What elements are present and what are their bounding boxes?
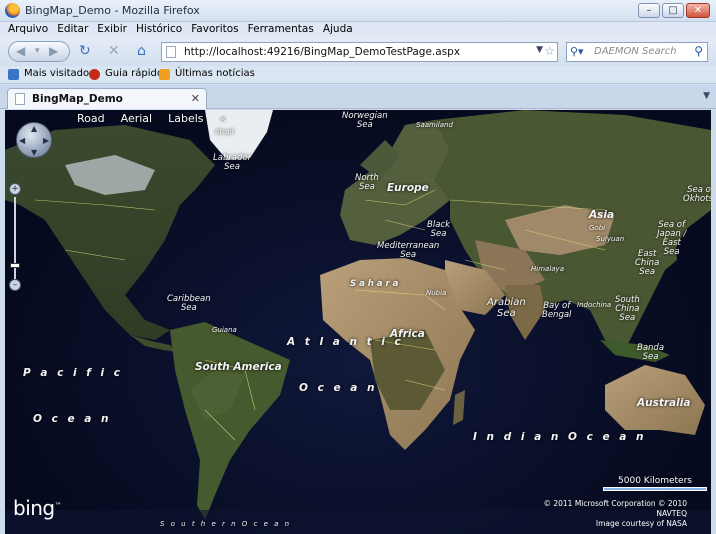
map-mode-bar: Road Aerial Labels « <box>77 112 226 125</box>
map-label: Himalaya <box>531 265 564 273</box>
close-button[interactable]: ✕ <box>686 3 710 18</box>
map-label: Indochina <box>577 301 612 309</box>
reload-icon[interactable]: ↻ <box>79 43 91 59</box>
scale-bar: 5000 Kilometers <box>603 476 707 491</box>
page-icon <box>166 46 176 58</box>
map-label: Nubia <box>426 289 447 297</box>
search-placeholder: DAEMON Search <box>594 46 677 57</box>
most-visited-icon <box>8 69 19 80</box>
bookmarks-toolbar: Mais visitados Guia rápido Últimas notíc… <box>0 66 716 84</box>
bookmark-latest-news[interactable]: Últimas notícias <box>175 68 255 79</box>
quick-guide-icon <box>89 69 100 80</box>
map-label: Guiana <box>212 326 237 334</box>
bookmark-most-visited[interactable]: Mais visitados <box>24 68 94 79</box>
scale-label: 5000 Kilometers <box>618 476 692 486</box>
url-dropdown-icon[interactable]: ▼ <box>536 45 543 55</box>
map-label: I n d i a n O c e a n <box>473 431 647 443</box>
menu-editar[interactable]: Editar <box>57 22 88 37</box>
forward-icon[interactable]: ▶ <box>49 44 58 58</box>
map-label: P a c i f i c <box>23 367 123 379</box>
scale-bar-graphic <box>603 487 707 491</box>
map-label: Caribbean Sea <box>167 294 211 313</box>
map-label: Gobi <box>589 224 606 232</box>
map-label: Sea of Japan / East Sea <box>657 220 687 257</box>
minimize-button[interactable]: – <box>638 3 660 18</box>
home-icon[interactable]: ⌂ <box>137 43 146 59</box>
menu-historico[interactable]: Histórico <box>136 22 182 37</box>
map-label: Banda Sea <box>637 343 665 362</box>
tab-bingmap-demo[interactable]: BingMap_Demo ✕ <box>7 88 207 109</box>
window-controls: – □ ✕ <box>638 3 710 18</box>
map-label: Mediterranean Sea <box>377 241 440 260</box>
map-label: Sea ofOkhotsk <box>683 185 711 204</box>
pan-right-icon[interactable]: ▶ <box>43 136 49 145</box>
url-text[interactable]: http://localhost:49216/BingMap_DemoTestP… <box>184 46 460 58</box>
map-label: S o u t h e r n O c e a n <box>160 520 292 528</box>
tab-close-icon[interactable]: ✕ <box>191 92 200 105</box>
menu-bar: Arquivo Editar Exibir Histórico Favorito… <box>0 22 716 37</box>
search-engine-icon[interactable]: ⚲▾ <box>570 45 584 58</box>
map-label: South America <box>195 361 282 373</box>
window-title: BingMap_Demo - Mozilla Firefox <box>25 4 200 17</box>
road-mode-button[interactable]: Road <box>77 112 105 125</box>
map-label: Sulyuan <box>596 235 625 243</box>
map-label: Black Sea <box>427 220 450 239</box>
menu-arquivo[interactable]: Arquivo <box>8 22 48 37</box>
map-label: A t l a n t i c <box>287 336 404 348</box>
map-label: Labrador Sea <box>213 153 252 172</box>
tab-list-icon[interactable]: ▼ <box>703 91 710 101</box>
map-label: O c e a n <box>299 382 378 394</box>
maximize-button[interactable]: □ <box>662 3 684 18</box>
history-dropdown-icon[interactable]: ▾ <box>35 46 40 56</box>
address-bar[interactable]: http://localhost:49216/BingMap_DemoTestP… <box>161 42 558 62</box>
zoom-thumb[interactable] <box>10 263 20 268</box>
aerial-mode-button[interactable]: Aerial <box>121 112 152 125</box>
map-label: Arabian Sea <box>487 297 526 319</box>
menu-ferramentas[interactable]: Ferramentas <box>248 22 314 37</box>
map-label: East China Sea <box>635 249 660 277</box>
stop-icon[interactable]: ✕ <box>108 43 120 59</box>
tab-strip: BingMap_Demo ✕ ▼ <box>0 85 716 109</box>
search-go-icon[interactable]: ⚲ <box>694 44 703 58</box>
zoom-out-icon[interactable]: – <box>9 279 21 291</box>
map-label: Asia <box>589 209 615 221</box>
menu-ajuda[interactable]: Ajuda <box>323 22 353 37</box>
navigation-toolbar: ◀ ▾ ▶ ↻ ✕ ⌂ http://localhost:49216/BingM… <box>0 37 716 66</box>
tab-label: BingMap_Demo <box>32 93 123 105</box>
menu-favoritos[interactable]: Favoritos <box>191 22 238 37</box>
map-label: South China Sea <box>615 295 640 323</box>
page-icon <box>15 93 25 105</box>
pan-up-icon[interactable]: ▲ <box>31 124 37 133</box>
collapse-nav-button[interactable]: « <box>220 112 227 125</box>
map-label: Bay of Bengal <box>542 301 572 320</box>
firefox-icon <box>5 3 20 18</box>
map-label: North Sea <box>355 173 379 192</box>
pan-down-icon[interactable]: ▼ <box>31 148 37 157</box>
pan-compass[interactable]: ▲ ▼ ◀ ▶ <box>16 122 52 158</box>
zoom-in-icon[interactable]: + <box>9 183 21 195</box>
bookmark-star-icon[interactable]: ☆ <box>544 44 555 58</box>
search-box[interactable]: ⚲▾ DAEMON Search ⚲ <box>566 42 708 62</box>
title-bar: BingMap_Demo - Mozilla Firefox – □ ✕ <box>0 0 716 22</box>
map-label: Saamiland <box>416 121 453 129</box>
map-label: Norwegian Sea <box>342 111 388 130</box>
rss-icon <box>159 69 170 80</box>
map-label: Australia <box>637 397 691 409</box>
map-label: O c e a n <box>33 413 112 425</box>
labels-toggle-button[interactable]: Labels <box>168 112 203 125</box>
copyright-notice: © 2011 Microsoft Corporation © 2010 NAVT… <box>543 499 687 528</box>
zoom-slider[interactable]: + – <box>9 183 21 295</box>
pan-left-icon[interactable]: ◀ <box>19 136 25 145</box>
menu-exibir[interactable]: Exibir <box>97 22 127 37</box>
bookmark-quick-guide[interactable]: Guia rápido <box>105 68 163 79</box>
back-icon[interactable]: ◀ <box>16 44 25 58</box>
bing-logo[interactable]: bing™ <box>13 496 62 520</box>
bing-map[interactable]: Road Aerial Labels « ▲ ▼ ◀ ▶ + – Strait … <box>5 110 711 534</box>
map-label: Europe <box>387 182 429 194</box>
map-label: S a h a r a <box>350 279 399 289</box>
back-forward-group: ◀ ▾ ▶ <box>8 41 70 62</box>
map-label: Strait <box>215 128 235 136</box>
